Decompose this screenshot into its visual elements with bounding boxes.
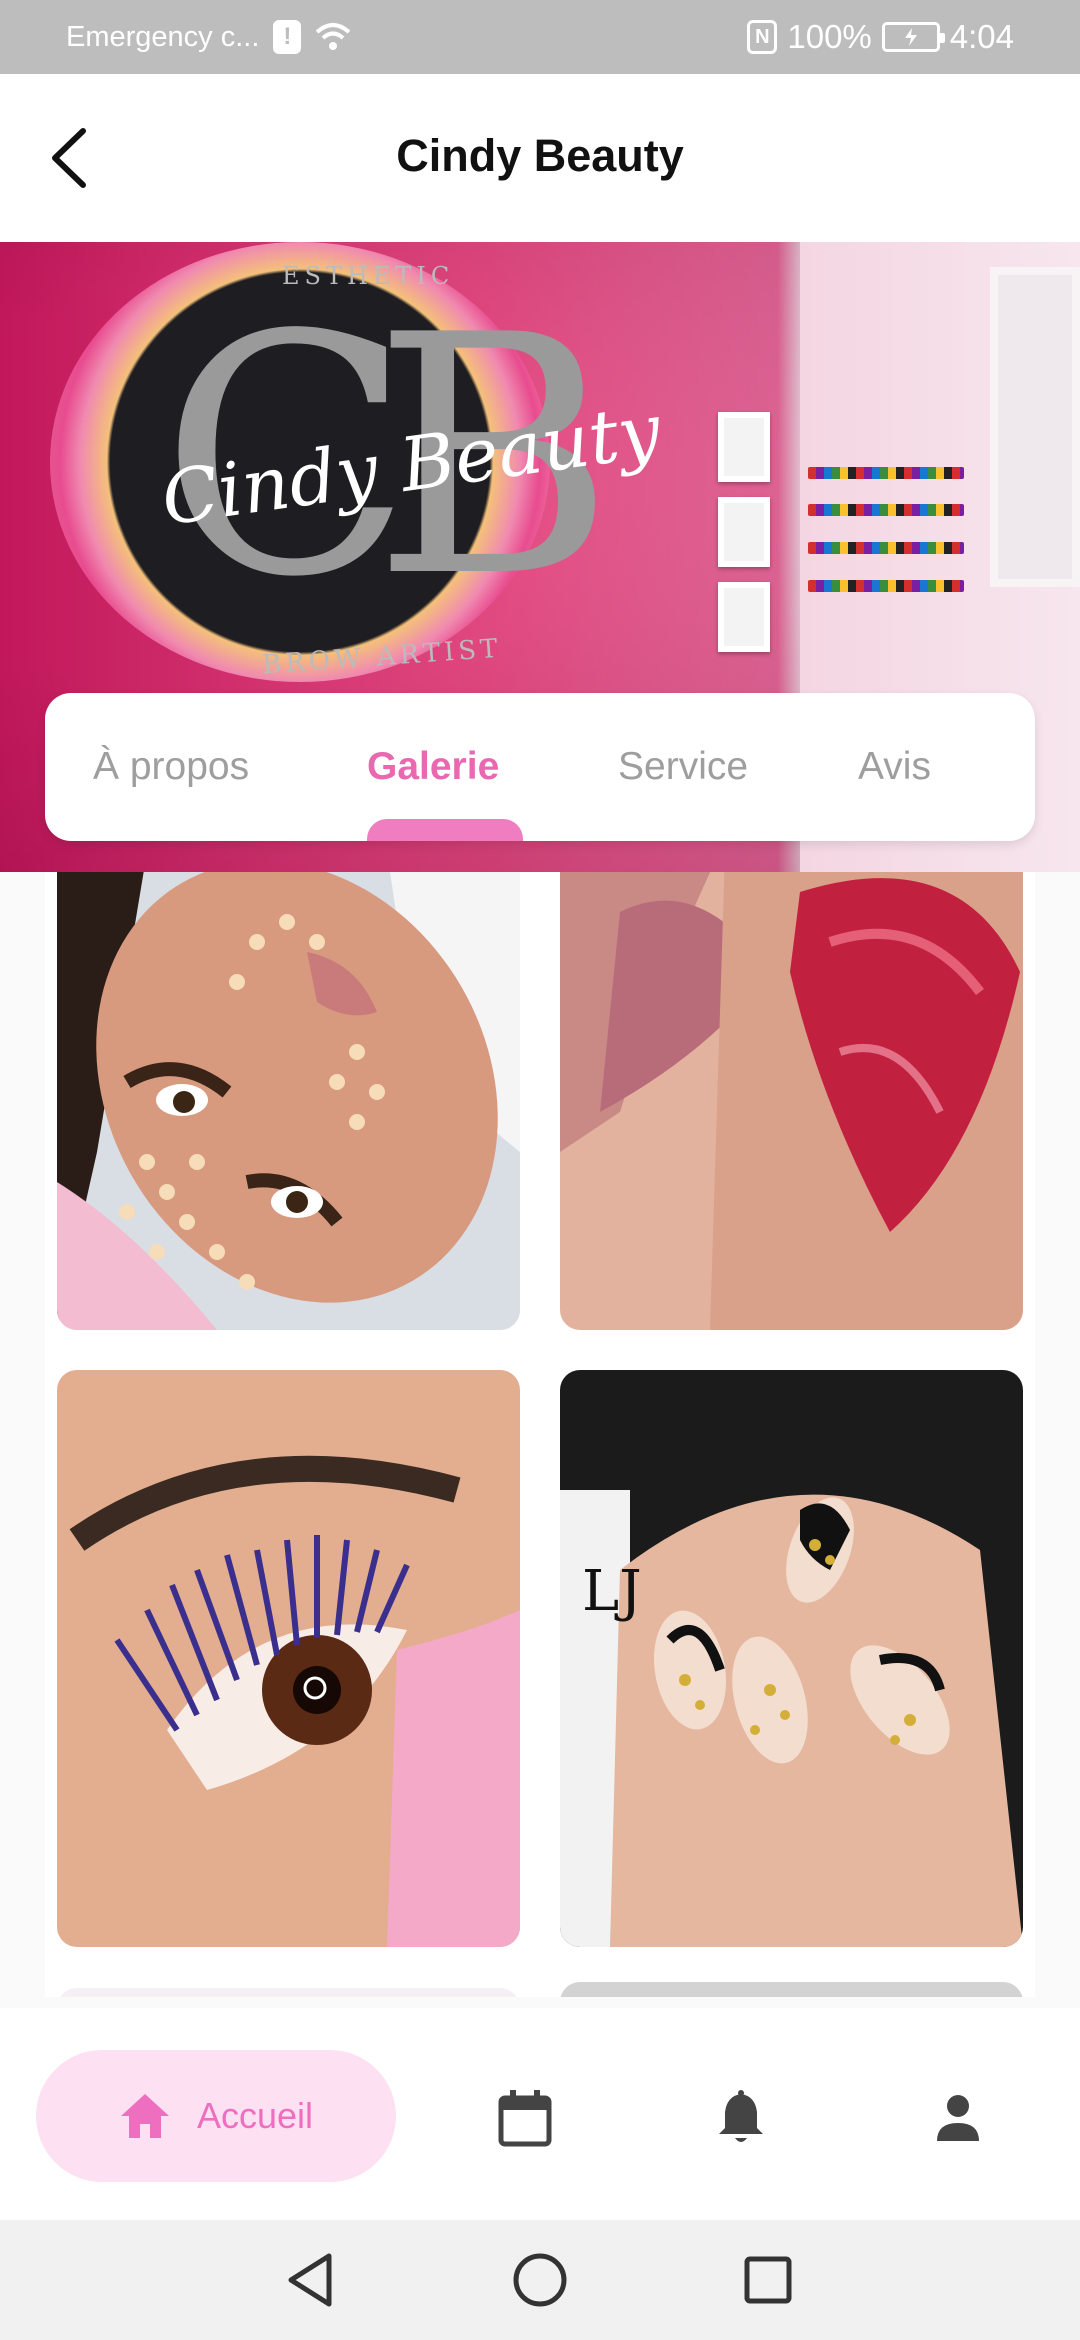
system-navigation-bar [0, 2220, 1080, 2340]
lashes-image [57, 1370, 520, 1947]
status-left: Emergency c... ! [66, 0, 351, 74]
nails-image: LJ [560, 1370, 1023, 1947]
page-title: Cindy Beauty [396, 130, 684, 181]
system-recents-button[interactable] [738, 2250, 798, 2310]
status-right: N 100% 4:04 [747, 0, 1014, 74]
status-bar: Emergency c... ! N 100% 4:04 [0, 0, 1080, 74]
facial-makeup-image [57, 872, 520, 1330]
gallery-photo-partial[interactable] [57, 1988, 520, 1997]
banner-window [990, 267, 1080, 587]
polish-shelf [808, 504, 964, 516]
polish-shelf [808, 542, 964, 554]
nfc-icon: N [747, 20, 778, 54]
gallery-photo-nails[interactable]: LJ [560, 1370, 1023, 1947]
clock: 4:04 [949, 18, 1014, 55]
tab-avis[interactable]: Avis [858, 693, 931, 841]
polish-shelf [808, 580, 964, 592]
system-home-button[interactable] [510, 2250, 570, 2310]
bottom-navigation: Accueil [0, 2008, 1080, 2220]
battery-percent: 100% [787, 18, 872, 55]
nail-watermark: LJ [582, 1559, 642, 1624]
calendar-icon [498, 2090, 552, 2147]
square-recents-icon [744, 2256, 792, 2304]
system-back-button[interactable] [280, 2250, 340, 2310]
tab-service[interactable]: Service [618, 693, 748, 841]
gallery-photo-lashes[interactable] [57, 1370, 520, 1947]
bell-icon [719, 2090, 763, 2142]
home-icon [120, 2094, 169, 2138]
nav-profile-button[interactable] [928, 2088, 988, 2148]
app-header: Cindy Beauty [0, 74, 1080, 242]
gallery-photo-lips[interactable] [560, 872, 1023, 1330]
tab-bar: À propos Galerie Service Avis [45, 693, 1035, 841]
gallery-grid: LJ [45, 872, 1035, 1997]
wall-frame [718, 412, 770, 482]
nav-calendar-button[interactable] [495, 2088, 555, 2148]
wifi-icon [316, 23, 351, 50]
polish-shelf [808, 467, 964, 479]
carrier-text: Emergency c... [66, 20, 260, 53]
gallery-photo-partial[interactable] [560, 1982, 1023, 1997]
person-icon [937, 2095, 979, 2141]
wall-frame [718, 497, 770, 567]
tab-a-propos[interactable]: À propos [93, 693, 249, 841]
nav-home-label: Accueil [196, 2095, 314, 2136]
nav-home-button[interactable]: Accueil [36, 2050, 396, 2182]
triangle-back-icon [288, 2253, 332, 2307]
gallery-photo-facial-makeup[interactable] [57, 872, 520, 1330]
active-tab-indicator [367, 819, 523, 841]
battery-icon [881, 22, 945, 52]
circle-home-icon [513, 2253, 567, 2307]
wall-frame [718, 582, 770, 652]
alert-icon: ! [273, 20, 302, 54]
lips-image [560, 872, 1023, 1330]
nav-notifications-button[interactable] [711, 2088, 771, 2148]
